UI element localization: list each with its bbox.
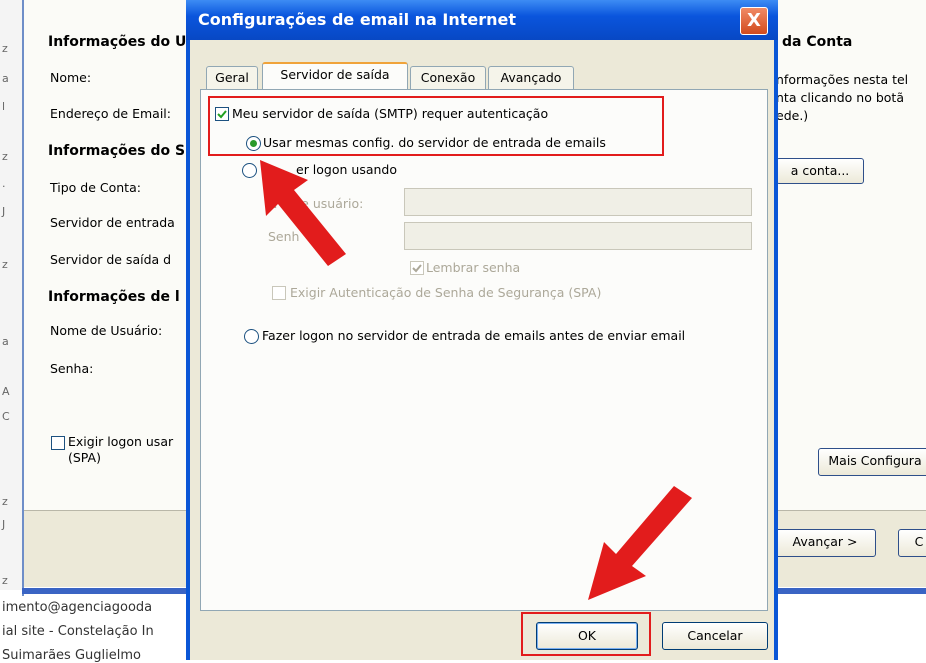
section-server-info: Informações do S (48, 143, 186, 159)
test-info-text: nta clicando no botã (776, 90, 904, 105)
strip-char: · (2, 180, 6, 193)
password-field[interactable] (404, 222, 752, 250)
tab-general[interactable]: Geral (206, 66, 258, 89)
red-arrow-icon (260, 160, 346, 266)
spa-checkbox[interactable] (51, 436, 65, 450)
test-info-text: nformações nesta tel (776, 72, 909, 87)
close-icon[interactable]: X (740, 7, 768, 35)
strip-char: z (2, 574, 8, 587)
page-text-line: ial site - Constelação In (2, 624, 154, 639)
section-test-account: da Conta (782, 34, 853, 50)
test-info-text: ede.) (776, 108, 809, 123)
label-incoming-server: Servidor de entrada (50, 215, 175, 230)
remember-password-label: Lembrar senha (426, 260, 521, 275)
label-spa: Exigir logon usar (68, 434, 174, 449)
label-password: Senha: (50, 361, 94, 376)
dialog-title: Configurações de email na Internet (198, 10, 517, 29)
tab-advanced[interactable]: Avançado (488, 66, 574, 89)
username-field[interactable] (404, 188, 752, 216)
red-arrow-icon (588, 486, 692, 600)
strip-char: z (2, 42, 8, 55)
tab-outgoing-server[interactable]: Servidor de saída (262, 62, 408, 92)
strip-char: J (2, 205, 6, 218)
label-account-type: Tipo de Conta: (50, 180, 141, 195)
back-cancel-button[interactable]: C (898, 529, 926, 557)
strip-char: A (2, 385, 10, 398)
spa-auth-checkbox[interactable] (272, 286, 286, 300)
next-button[interactable]: Avançar > (774, 529, 876, 557)
section-logon-info: Informações de l (48, 289, 180, 305)
dialog-titlebar[interactable]: Configurações de email na Internet X (186, 0, 778, 40)
checkmark-icon (412, 264, 422, 273)
strip-char: a (2, 335, 9, 348)
smtp-auth-highlight (208, 96, 664, 156)
radio-logon-pop[interactable] (244, 329, 259, 344)
page-text-line: imento@agenciagooda (2, 600, 153, 615)
ok-button[interactable]: OK (536, 622, 638, 650)
spa-auth-label: Exigir Autenticação de Senha de Seguranç… (290, 285, 602, 300)
tab-connection[interactable]: Conexão (410, 66, 486, 89)
strip-char: z (2, 258, 8, 271)
label-username: Nome de Usuário: (50, 323, 163, 338)
test-account-button[interactable]: a conta... (776, 158, 864, 184)
remember-password-checkbox[interactable] (410, 261, 424, 275)
strip-char: z (2, 150, 8, 163)
label-spa-2: (SPA) (68, 450, 101, 465)
page-text-line: Suimarães Guglielmo (2, 648, 141, 663)
strip-char: z (2, 495, 8, 508)
strip-char: l (2, 100, 6, 113)
strip-char: a (2, 72, 9, 85)
label-outgoing-server: Servidor de saída d (50, 252, 172, 267)
strip-char: C (2, 410, 10, 423)
section-user-info: Informações do U (48, 34, 187, 50)
cancel-button[interactable]: Cancelar (662, 622, 768, 650)
background-page-text: imento@agenciagooda ial site - Constelaç… (0, 596, 200, 663)
label-email: Endereço de Email: (50, 106, 171, 121)
label-name: Nome: (50, 70, 92, 85)
strip-char: J (2, 518, 6, 531)
more-settings-button[interactable]: Mais Configura (818, 448, 926, 476)
radio-logon-pop-label: Fazer logon no servidor de entrada de em… (262, 328, 686, 343)
